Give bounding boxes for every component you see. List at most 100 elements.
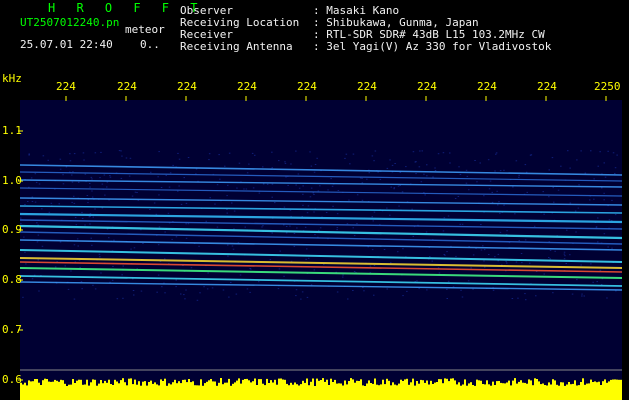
noise-bar: [144, 381, 146, 400]
noise-speck: [116, 298, 119, 300]
noise-speck: [80, 281, 83, 283]
noise-speck: [258, 192, 261, 194]
noise-speck: [72, 171, 74, 173]
noise-bar: [46, 379, 48, 400]
noise-speck: [298, 187, 301, 189]
noise-speck: [175, 279, 177, 281]
noise-bar: [274, 379, 276, 400]
noise-speck: [506, 262, 508, 264]
noise-speck: [233, 210, 236, 212]
noise-speck: [104, 194, 106, 196]
noise-speck: [23, 236, 25, 238]
noise-bar: [466, 385, 468, 400]
noise-bar: [78, 379, 80, 400]
noise-bar: [532, 385, 534, 400]
noise-speck: [307, 205, 310, 207]
noise-speck: [306, 212, 309, 214]
noise-speck: [459, 174, 462, 175]
noise-bar: [618, 379, 620, 400]
noise-speck: [92, 216, 94, 218]
noise-speck: [262, 225, 264, 227]
noise-bar: [620, 379, 622, 400]
noise-bar: [562, 382, 564, 400]
noise-speck: [157, 274, 160, 276]
noise-speck: [371, 155, 374, 157]
noise-bar: [570, 384, 572, 400]
noise-bar: [182, 379, 184, 400]
noise-speck: [168, 186, 171, 188]
noise-bar: [454, 380, 456, 400]
noise-bar: [528, 379, 530, 400]
noise-speck: [497, 204, 499, 206]
noise-speck: [89, 223, 91, 225]
noise-speck: [254, 154, 256, 156]
noise-speck: [284, 162, 287, 164]
noise-speck: [580, 150, 582, 152]
noise-bar: [544, 385, 546, 400]
noise-bar: [224, 382, 226, 400]
noise-speck: [28, 153, 30, 155]
noise-bar: [350, 378, 352, 400]
noise-speck: [69, 153, 71, 155]
noise-speck: [81, 218, 84, 219]
noise-bar: [58, 381, 60, 400]
noise-bar: [168, 383, 170, 400]
y-tick-label: 0.9: [2, 223, 22, 236]
noise-bar: [42, 380, 44, 400]
noise-bar: [104, 380, 106, 400]
noise-speck: [206, 288, 209, 290]
noise-bar: [554, 380, 556, 400]
noise-bar: [200, 379, 202, 400]
noise-speck: [283, 275, 285, 277]
noise-bar: [370, 383, 372, 400]
noise-speck: [278, 268, 281, 270]
noise-speck: [379, 178, 382, 180]
noise-speck: [167, 212, 170, 214]
noise-bar: [98, 383, 100, 400]
noise-speck: [262, 183, 265, 185]
noise-speck: [271, 167, 273, 169]
noise-bar: [120, 380, 122, 400]
noise-speck: [208, 153, 211, 155]
noise-speck: [71, 201, 73, 203]
noise-speck: [529, 262, 531, 264]
noise-speck: [458, 166, 460, 168]
noise-speck: [352, 290, 354, 291]
noise-speck: [54, 266, 57, 268]
noise-speck: [304, 226, 307, 228]
noise-speck: [369, 265, 372, 267]
noise-bar: [420, 379, 422, 400]
noise-bar: [154, 382, 156, 400]
noise-speck: [175, 286, 177, 288]
noise-speck: [205, 220, 207, 222]
noise-speck: [394, 163, 396, 164]
noise-bar: [404, 379, 406, 400]
noise-bar: [50, 381, 52, 400]
noise-bar: [114, 379, 116, 400]
noise-bar: [484, 384, 486, 400]
noise-speck: [185, 237, 188, 239]
noise-bar: [428, 384, 430, 400]
noise-speck: [31, 196, 34, 198]
noise-bar: [534, 378, 536, 400]
noise-speck: [312, 192, 315, 194]
noise-speck: [133, 247, 136, 249]
noise-speck: [611, 199, 613, 201]
noise-speck: [330, 178, 332, 180]
noise-speck: [491, 191, 493, 193]
noise-bar: [396, 385, 398, 400]
noise-bar: [208, 380, 210, 400]
noise-speck: [438, 272, 441, 274]
noise-bar: [530, 380, 532, 400]
noise-speck: [73, 298, 76, 300]
noise-speck: [41, 208, 43, 210]
noise-bar: [94, 379, 96, 400]
noise-speck: [325, 212, 328, 213]
noise-speck: [99, 177, 101, 179]
noise-speck: [455, 255, 457, 257]
noise-speck: [535, 295, 537, 297]
noise-speck: [347, 298, 349, 300]
noise-speck: [183, 294, 185, 296]
noise-bar: [44, 378, 46, 400]
noise-bar: [542, 383, 544, 400]
